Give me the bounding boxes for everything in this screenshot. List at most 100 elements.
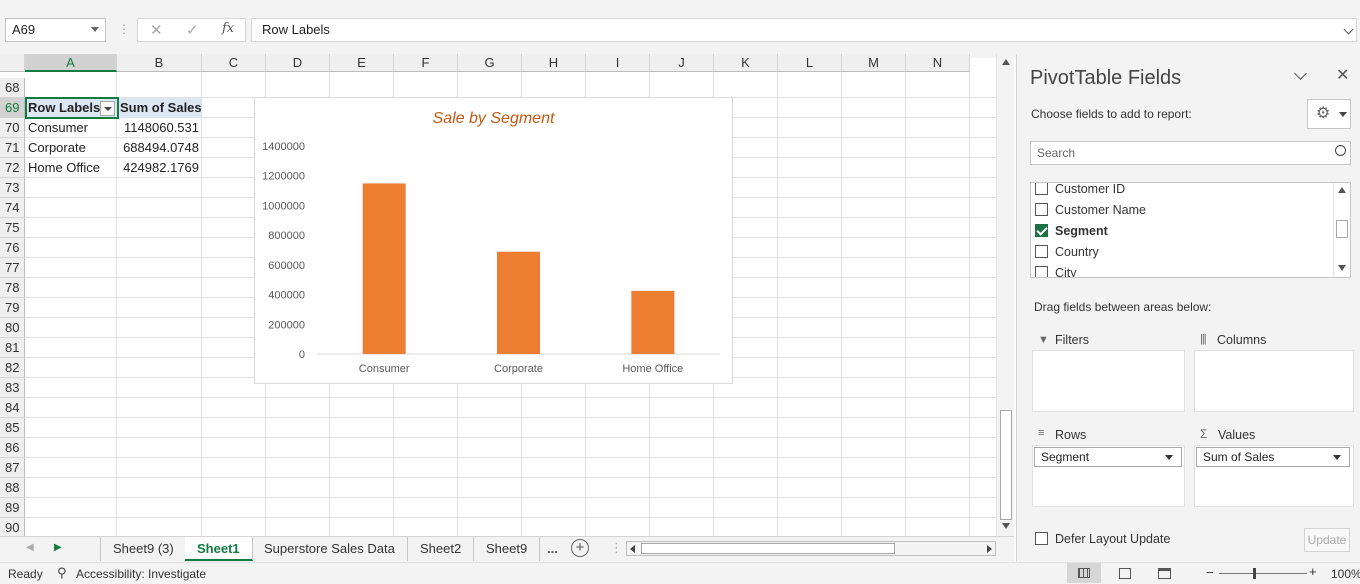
accessibility-icon[interactable]: ⚲ <box>57 565 67 581</box>
column-header-c[interactable]: C <box>202 54 266 72</box>
close-icon[interactable]: ✕ <box>1336 65 1349 85</box>
field-list-scroll-thumb[interactable] <box>1336 220 1348 238</box>
field-checkbox[interactable] <box>1035 245 1048 258</box>
column-header-n[interactable]: N <box>906 54 970 72</box>
field-checkbox[interactable] <box>1035 203 1048 216</box>
scroll-left-icon[interactable] <box>630 545 635 553</box>
row-header-86[interactable]: 86 <box>0 438 25 458</box>
normal-view-icon[interactable] <box>1067 563 1101 583</box>
tab-splitter-icon[interactable]: ⋮ <box>610 540 623 556</box>
insert-function-icon[interactable]: fx <box>222 21 234 36</box>
scroll-down-icon[interactable] <box>1338 265 1346 271</box>
row-header-79[interactable]: 79 <box>0 298 25 318</box>
row-header-82[interactable]: 82 <box>0 358 25 378</box>
sheet-tab[interactable]: Superstore Sales Data <box>252 537 408 561</box>
column-header-a[interactable]: A <box>25 54 117 72</box>
defer-layout-update[interactable]: Defer Layout Update <box>1035 532 1170 546</box>
field-item[interactable]: Customer ID <box>1035 183 1125 199</box>
scroll-right-icon[interactable] <box>987 545 992 553</box>
row-header-76[interactable]: 76 <box>0 238 25 258</box>
pivot-row-value[interactable]: 424982.1769 <box>118 158 202 178</box>
values-field-dropdown[interactable]: Sum of Sales <box>1196 447 1350 467</box>
row-header-90[interactable]: 90 <box>0 518 25 536</box>
column-header-h[interactable]: H <box>522 54 586 72</box>
row-header-80[interactable]: 80 <box>0 318 25 338</box>
row-header-69[interactable]: 69 <box>0 98 25 118</box>
row-header-75[interactable]: 75 <box>0 218 25 238</box>
pivot-row-label[interactable]: Consumer <box>26 118 117 138</box>
field-item[interactable]: Customer Name <box>1035 200 1146 220</box>
row-header-71[interactable]: 71 <box>0 138 25 158</box>
expand-formula-icon[interactable] <box>1343 24 1354 35</box>
field-list-scrollbar[interactable] <box>1333 183 1350 277</box>
vertical-scroll-thumb[interactable] <box>1000 410 1012 520</box>
field-search-input[interactable]: Search <box>1030 141 1351 165</box>
row-header-73[interactable]: 73 <box>0 178 25 198</box>
field-item[interactable]: City <box>1035 263 1077 277</box>
horizontal-scrollbar[interactable] <box>626 541 996 556</box>
columns-drop-area[interactable] <box>1194 350 1354 412</box>
vertical-scrollbar[interactable] <box>996 54 1014 536</box>
row-header-74[interactable]: 74 <box>0 198 25 218</box>
search-icon[interactable] <box>1335 145 1346 156</box>
page-break-view-icon[interactable] <box>1158 568 1171 579</box>
field-list[interactable]: Customer ID Customer Name Segment Countr… <box>1030 182 1351 278</box>
bar-corporate[interactable] <box>497 251 540 354</box>
pivot-row-value[interactable]: 688494.0748 <box>118 138 202 158</box>
row-header-81[interactable]: 81 <box>0 338 25 358</box>
sheet-tab[interactable]: Sheet9 <box>474 537 541 561</box>
column-header-i[interactable]: I <box>586 54 650 72</box>
add-sheet-icon[interactable]: + <box>571 539 589 557</box>
next-sheet-icon[interactable]: ▶ <box>54 542 62 553</box>
prev-sheet-icon[interactable]: ◀ <box>26 542 34 553</box>
zoom-slider-thumb[interactable] <box>1253 568 1256 579</box>
sheet-tab-active[interactable]: Sheet1 <box>185 537 253 561</box>
rows-field-dropdown[interactable]: Segment <box>1034 447 1182 467</box>
name-box[interactable]: A69 <box>5 18 106 42</box>
cancel-icon[interactable]: ✕ <box>150 21 163 39</box>
enter-icon[interactable]: ✓ <box>186 21 199 39</box>
zoom-out-icon[interactable]: − <box>1206 565 1214 580</box>
chevron-down-icon[interactable] <box>91 27 99 32</box>
formula-input[interactable]: Row Labels <box>251 18 1357 42</box>
defer-checkbox[interactable] <box>1035 532 1048 545</box>
field-item[interactable]: Country <box>1035 242 1099 262</box>
update-button[interactable]: Update <box>1304 528 1350 552</box>
column-header-g[interactable]: G <box>458 54 522 72</box>
field-checkbox-checked[interactable] <box>1035 224 1048 237</box>
row-header-87[interactable]: 87 <box>0 458 25 478</box>
row-header-84[interactable]: 84 <box>0 398 25 418</box>
row-header-83[interactable]: 83 <box>0 378 25 398</box>
column-header-k[interactable]: K <box>714 54 778 72</box>
scroll-up-icon[interactable] <box>1002 59 1010 65</box>
tools-button[interactable]: ⚙ <box>1307 99 1351 129</box>
more-sheets-icon[interactable]: ... <box>547 541 558 556</box>
column-header-f[interactable]: F <box>394 54 458 72</box>
column-header-e[interactable]: E <box>330 54 394 72</box>
field-checkbox[interactable] <box>1035 266 1048 277</box>
column-header-l[interactable]: L <box>778 54 842 72</box>
scroll-down-icon[interactable] <box>1002 523 1010 529</box>
accessibility-status[interactable]: Accessibility: Investigate <box>76 567 206 581</box>
zoom-slider[interactable] <box>1219 573 1307 574</box>
column-header-b[interactable]: B <box>117 54 202 72</box>
zoom-level[interactable]: 100% <box>1331 567 1360 581</box>
sheet-tab[interactable]: Sheet9 (3) <box>100 537 187 561</box>
row-header-68[interactable]: 68 <box>0 78 25 98</box>
horizontal-scroll-thumb[interactable] <box>641 543 895 554</box>
bar-consumer[interactable] <box>362 183 406 354</box>
column-header-m[interactable]: M <box>842 54 906 72</box>
field-item[interactable]: Segment <box>1035 221 1108 241</box>
pivot-row-label[interactable]: Home Office <box>26 158 117 178</box>
row-header-88[interactable]: 88 <box>0 478 25 498</box>
zoom-in-icon[interactable]: + <box>1309 564 1317 579</box>
row-header-89[interactable]: 89 <box>0 498 25 518</box>
column-header-j[interactable]: J <box>650 54 714 72</box>
row-header-85[interactable]: 85 <box>0 418 25 438</box>
field-checkbox[interactable] <box>1035 183 1048 195</box>
scroll-up-icon[interactable] <box>1338 187 1346 193</box>
bar-chart[interactable]: Sale by Segment 0 200000 400000 600000 80000… <box>254 97 733 384</box>
row-header-70[interactable]: 70 <box>0 118 25 138</box>
row-header-77[interactable]: 77 <box>0 258 25 278</box>
select-all-corner[interactable] <box>0 54 25 72</box>
